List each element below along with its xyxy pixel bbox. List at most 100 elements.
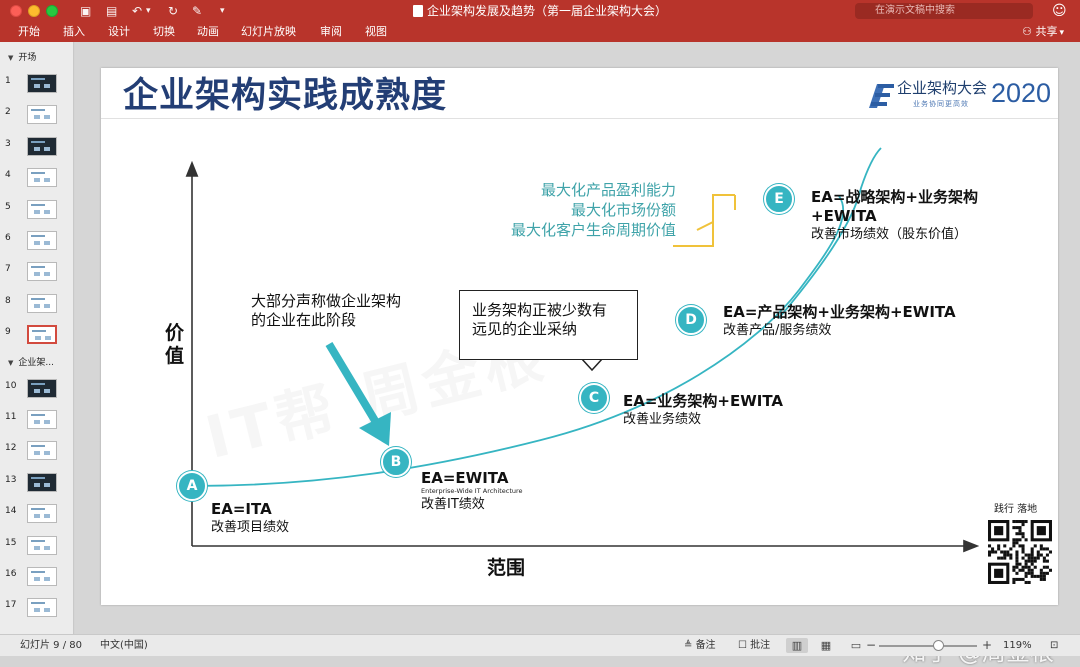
section-header[interactable]: ▼ 企业架... [8, 357, 54, 369]
slide-thumbnail-row[interactable]: 7 [0, 262, 73, 288]
thumb-shape [34, 545, 40, 550]
title-bar: ▣ ▤ ↶ ▾ ↻ ✎ ▾ 企业架构发展及趋势（第一届企业架构大会） ⌕ ☺ [0, 0, 1080, 22]
slide-thumbnail[interactable] [27, 168, 57, 188]
slide-thumbnail[interactable] [27, 567, 57, 586]
slide-thumbnail[interactable] [27, 535, 57, 555]
slide-number: 2 [5, 107, 11, 118]
slide-thumbnail-row[interactable]: 14 [0, 504, 73, 530]
tab-insert[interactable]: 插入 [63, 24, 85, 40]
slide-thumbnail-row[interactable]: 13 [0, 472, 73, 499]
stage-d-label[interactable]: EA=产品架构+业务架构+EWITA [723, 303, 956, 322]
document-icon [412, 5, 423, 17]
notes-icon: ≜ [684, 640, 696, 651]
thumb-title-line [31, 235, 45, 237]
search-input[interactable] [855, 3, 1033, 19]
slide-thumbnail[interactable] [27, 472, 57, 492]
thumb-shape [44, 178, 50, 183]
reading-view-button[interactable]: ▭ [845, 638, 867, 653]
slide-thumbnail-row[interactable]: 16 [0, 567, 73, 593]
stage-title-line: EA=ITA [211, 500, 272, 518]
slide-thumbnail-row[interactable]: 11 [0, 410, 73, 436]
stage-e-marker[interactable]: E [764, 184, 794, 214]
thumb-shape [44, 272, 50, 277]
slide-thumbnail[interactable] [27, 293, 57, 313]
thumb-shape [34, 146, 40, 151]
tab-design[interactable]: 设计 [108, 24, 130, 40]
slide-thumbnail-row[interactable]: 1 [0, 74, 73, 100]
slide-thumbnail[interactable] [27, 262, 57, 282]
slide-number: 10 [5, 380, 17, 391]
slide[interactable]: 企业架构实践成熟度 企业架构大会 2020 业务协同更高效 IT帮 周金根 A … [101, 68, 1058, 605]
stage-c-marker[interactable]: C [579, 383, 609, 413]
annotation-left[interactable]: 大部分声称做企业架构 的企业在此阶段 [251, 292, 401, 330]
section-header[interactable]: ▼ 开场 [8, 52, 36, 64]
slide-number: 6 [5, 233, 11, 243]
slide-number: 7 [5, 264, 11, 275]
thumb-shape [34, 514, 40, 519]
stage-b-marker[interactable]: B [381, 447, 411, 477]
slide-thumbnail-row[interactable]: 6 [0, 231, 73, 257]
feedback-smile-icon[interactable]: ☺ [1052, 2, 1067, 20]
tab-animations[interactable]: 动画 [197, 24, 219, 40]
thumb-shape [44, 545, 50, 550]
slide-number: 9 [5, 327, 11, 338]
slide-thumbnail[interactable] [27, 504, 57, 524]
slide-thumbnail-row[interactable]: 9 [0, 325, 73, 351]
stage-c-description: 改善业务绩效 [623, 412, 702, 427]
slide-thumbnail-row[interactable]: 17 [0, 598, 73, 624]
slide-thumbnail-row[interactable]: 2 [0, 105, 73, 131]
stage-e-label[interactable]: EA=战略架构+业务架构 +EWITA [811, 188, 978, 226]
comments-button[interactable]: ☐ 批注 [738, 638, 770, 654]
thumb-shape [34, 272, 40, 277]
tab-slideshow[interactable]: 幻灯片放映 [241, 24, 296, 40]
thumb-shape [44, 514, 50, 519]
fit-to-window-icon[interactable]: ⊡ [1050, 639, 1058, 653]
slide-thumbnail-row[interactable]: 5 [0, 199, 73, 226]
add-person-icon: ⚇ [1022, 25, 1036, 38]
slide-thumbnail[interactable] [27, 136, 57, 156]
normal-view-button[interactable]: ▥ [786, 638, 808, 653]
slide-thumbnail-row[interactable]: 4 [0, 168, 73, 194]
stage-title-line: EA=战略架构+业务架构 [811, 188, 978, 206]
slide-thumbnail-row[interactable]: 8 [0, 293, 73, 320]
tab-view[interactable]: 视图 [365, 24, 387, 40]
zoom-slider-knob[interactable] [932, 640, 944, 651]
comments-label: 批注 [750, 640, 771, 651]
goals-list[interactable]: 最大化产品盈利能力 最大化市场份额 最大化客户生命周期价值 [511, 180, 676, 240]
slide-thumbnail[interactable] [27, 74, 57, 93]
thumb-shape [34, 577, 40, 581]
slide-number: 5 [5, 201, 11, 212]
slide-thumbnail-row[interactable]: 10 [0, 378, 73, 405]
slide-thumbnail[interactable] [27, 410, 57, 429]
slide-thumbnail-row[interactable]: 3 [0, 136, 73, 163]
slide-thumbnail[interactable] [27, 105, 57, 125]
slide-thumbnail[interactable] [27, 598, 57, 618]
zoom-out-icon[interactable]: − [866, 638, 876, 653]
zoom-level[interactable]: 119% [1003, 639, 1032, 653]
slide-thumbnail-panel[interactable]: ▼ 开场 1 2 3 4 5 6 7 8 9 ▼ 企业架... 10 11 12 13 14 15 16 17 [0, 42, 74, 634]
slide-thumbnail[interactable] [27, 378, 57, 398]
slide-thumbnail[interactable] [27, 199, 57, 219]
thumb-shape [44, 209, 50, 214]
thumb-title-line [31, 172, 45, 175]
slide-thumbnail[interactable] [27, 231, 57, 250]
callout-box[interactable]: 业务架构正被少数有 远见的企业采纳 [459, 290, 638, 360]
language-indicator[interactable]: 中文(中国) [100, 639, 148, 653]
slide-thumbnail[interactable] [27, 441, 57, 461]
tab-home[interactable]: 开始 [18, 24, 40, 40]
notes-button[interactable]: ≜ 备注 [684, 638, 716, 654]
slide-sorter-button[interactable]: ▦ [815, 638, 837, 653]
zoom-slider[interactable] [879, 645, 977, 647]
stage-b-label[interactable]: EA=EWITA [421, 469, 508, 488]
stage-a-label[interactable]: EA=ITA [211, 500, 272, 519]
stage-c-label[interactable]: EA=业务架构+EWITA [623, 392, 783, 411]
tab-transitions[interactable]: 切换 [153, 24, 175, 40]
slide-thumbnail-row[interactable]: 12 [0, 441, 73, 467]
slide-thumbnail[interactable] [27, 325, 57, 345]
slide-thumbnail-row[interactable]: 15 [0, 535, 73, 562]
share-button[interactable]: ⚇ 共享 ▾ [1022, 24, 1064, 41]
zoom-in-icon[interactable]: + [982, 638, 992, 653]
stage-a-marker[interactable]: A [177, 471, 207, 501]
stage-d-marker[interactable]: D [676, 305, 706, 335]
tab-review[interactable]: 审阅 [320, 24, 342, 40]
